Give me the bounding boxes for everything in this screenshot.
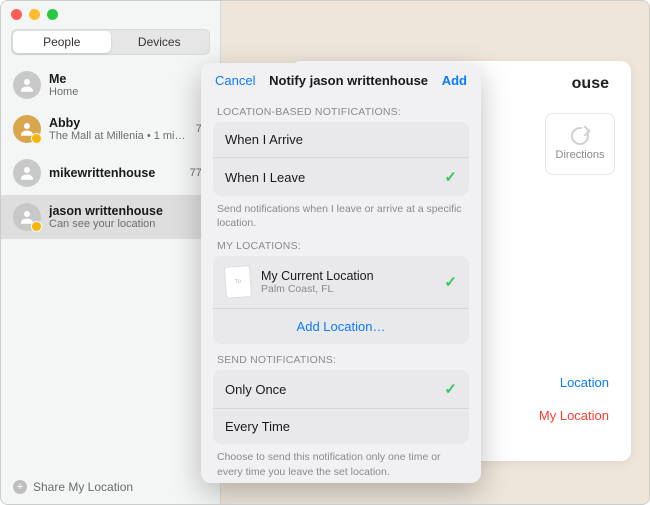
avatar	[13, 115, 41, 143]
section-hint: Send notifications when I leave or arriv…	[217, 202, 465, 230]
sheet-body: LOCATION-BASED NOTIFICATIONS: When I Arr…	[201, 96, 481, 483]
option-label: Every Time	[225, 419, 290, 434]
person-sub: Can see your location	[49, 218, 208, 230]
section-label: MY LOCATIONS:	[217, 240, 465, 252]
tab-devices[interactable]: Devices	[111, 31, 209, 53]
cancel-button[interactable]: Cancel	[215, 73, 255, 88]
checkmark-icon: ✓	[444, 168, 457, 186]
option-label: When I Leave	[225, 170, 305, 185]
location-group: To My Current Location Palm Coast, FL ✓ …	[213, 256, 469, 344]
location-sub: Palm Coast, FL	[261, 283, 434, 295]
checkmark-icon: ✓	[444, 273, 457, 291]
share-label: Share My Location	[33, 480, 133, 494]
section-label: LOCATION-BASED NOTIFICATIONS:	[217, 106, 465, 118]
person-sub: Home	[49, 86, 208, 98]
option-when-i-arrive[interactable]: When I Arrive	[213, 122, 469, 157]
person-name: mikewrittenhouse	[49, 166, 182, 180]
add-location-button[interactable]: Add Location…	[213, 308, 469, 344]
close-icon[interactable]	[11, 9, 22, 20]
directions-label: Directions	[556, 149, 605, 161]
person-name: jason writtenhouse	[49, 204, 208, 218]
list-item[interactable]: jason writtenhouse Can see your location	[1, 195, 220, 239]
option-only-once[interactable]: Only Once ✓	[213, 370, 469, 408]
option-group: When I Arrive When I Leave ✓	[213, 122, 469, 196]
status-badge-icon	[31, 133, 42, 144]
plus-icon: +	[13, 480, 27, 494]
detail-link[interactable]: Location	[560, 375, 609, 390]
person-name: Abby	[49, 116, 188, 130]
location-name: My Current Location	[261, 269, 434, 283]
section-label: SEND NOTIFICATIONS:	[217, 354, 465, 366]
map-thumb-icon: To	[224, 265, 252, 299]
location-row[interactable]: To My Current Location Palm Coast, FL ✓	[213, 256, 469, 308]
directions-button[interactable]: Directions	[545, 113, 615, 175]
option-when-i-leave[interactable]: When I Leave ✓	[213, 157, 469, 196]
section-hint: Choose to send this notification only on…	[217, 450, 465, 478]
notify-sheet: Cancel Notify jason writtenhouse Add LOC…	[201, 63, 481, 483]
add-button[interactable]: Add	[442, 73, 467, 88]
status-badge-icon	[31, 221, 42, 232]
window-controls	[11, 9, 58, 20]
directions-icon	[571, 127, 589, 145]
sidebar: People Devices Me Home Abb	[1, 1, 221, 504]
avatar	[13, 71, 41, 99]
checkmark-icon: ✓	[444, 380, 457, 398]
share-my-location-button[interactable]: + Share My Location	[1, 470, 220, 504]
list-item[interactable]: mikewrittenhouse 774	[1, 151, 220, 195]
tab-people[interactable]: People	[13, 31, 111, 53]
people-list: Me Home Abby The Mall at Millenia • 1 mi…	[1, 63, 220, 470]
segmented-control: People Devices	[11, 29, 210, 55]
app-window: People Devices Me Home Abb	[0, 0, 650, 505]
avatar	[13, 159, 41, 187]
detail-link[interactable]: My Location	[539, 408, 609, 423]
option-every-time[interactable]: Every Time	[213, 408, 469, 444]
option-label: Only Once	[225, 382, 286, 397]
option-label: When I Arrive	[225, 132, 303, 147]
sheet-title: Notify jason writtenhouse	[269, 73, 428, 88]
person-name: Me	[49, 72, 208, 86]
list-item[interactable]: Me Home	[1, 63, 220, 107]
add-location-label: Add Location…	[297, 319, 386, 334]
frequency-group: Only Once ✓ Every Time	[213, 370, 469, 444]
avatar	[13, 203, 41, 231]
list-item[interactable]: Abby The Mall at Millenia • 1 minute ago…	[1, 107, 220, 151]
person-sub: The Mall at Millenia • 1 minute ago	[49, 130, 188, 142]
minimize-icon[interactable]	[29, 9, 40, 20]
sheet-header: Cancel Notify jason writtenhouse Add	[201, 63, 481, 96]
zoom-icon[interactable]	[47, 9, 58, 20]
